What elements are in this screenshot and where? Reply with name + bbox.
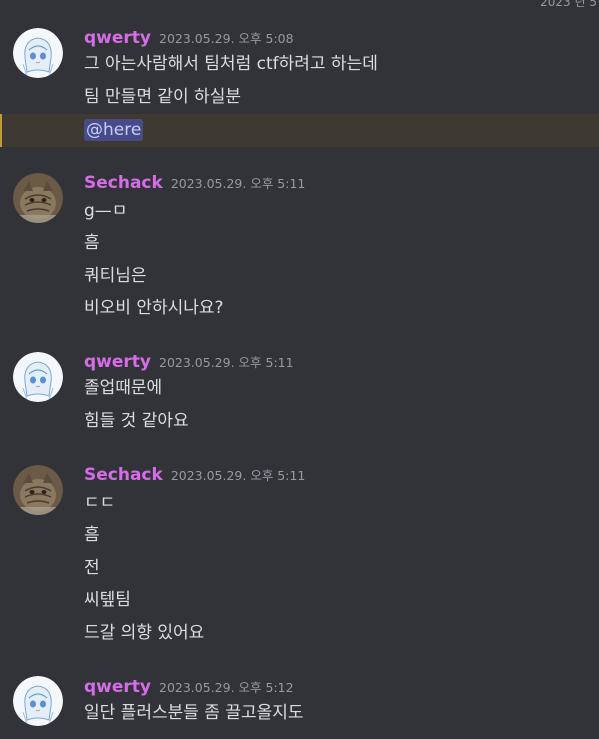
timestamp: 2023.05.29. 오후 5:08 [159,31,294,46]
message-header: Sechack 2023.05.29. 오후 5:11 [84,465,305,487]
username[interactable]: qwerty [84,677,151,697]
message-text: 흠 [84,525,100,545]
message-text: 드갈 의향 있어요 [84,623,205,643]
timestamp: 2023.05.29. 오후 5:11 [170,176,306,191]
avatar[interactable] [13,173,63,223]
message-text: 졸업때문에 [84,378,163,398]
avatar[interactable] [13,465,63,515]
mention-pill[interactable]: @here [84,119,144,141]
message-text: ㄷㄷ [84,493,116,513]
timestamp: 2023.05.29. 오후 5:11 [159,355,294,370]
message-header: qwerty 2023.05.29. 오후 5:12 [84,677,294,699]
message-header: Sechack 2023.05.29. 오후 5:11 [84,173,305,195]
message-header: qwerty 2023.05.29. 오후 5:08 [84,28,294,50]
timestamp: 2023.05.29. 오후 5:11 [170,468,306,483]
username[interactable]: qwerty [84,352,151,372]
username[interactable]: qwerty [84,28,151,48]
message-text: 힘들 것 같아요 [84,411,189,431]
avatar[interactable] [13,352,63,402]
timestamp: 2023.05.29. 오후 5:12 [159,680,294,695]
message-text: 전 [84,558,100,578]
message-text: 그 아는사람해서 팀처럼 ctf하려고 하는데 [84,54,378,74]
message-text: 흠 [84,233,100,253]
mention-highlight-row: @here [0,114,599,147]
previous-divider: 2023 년 5 [0,0,599,8]
message-text: g—ㅁ [84,201,128,221]
username[interactable]: Sechack [84,465,163,485]
message-text: 비오비 안하시나요? [84,298,224,318]
message-header: qwerty 2023.05.29. 오후 5:11 [84,352,294,374]
message-text: 팀 만들면 같이 하실분 [84,87,241,107]
avatar[interactable] [13,28,63,78]
message-text: 씨텦팀 [84,590,131,610]
message-text: 쿼티님은 [84,266,147,286]
top-timestamp: 2023 년 5 [540,0,597,8]
avatar[interactable] [13,676,63,726]
username[interactable]: Sechack [84,173,163,193]
message-text: 일단 플러스분들 좀 끌고올지도 [84,703,304,723]
